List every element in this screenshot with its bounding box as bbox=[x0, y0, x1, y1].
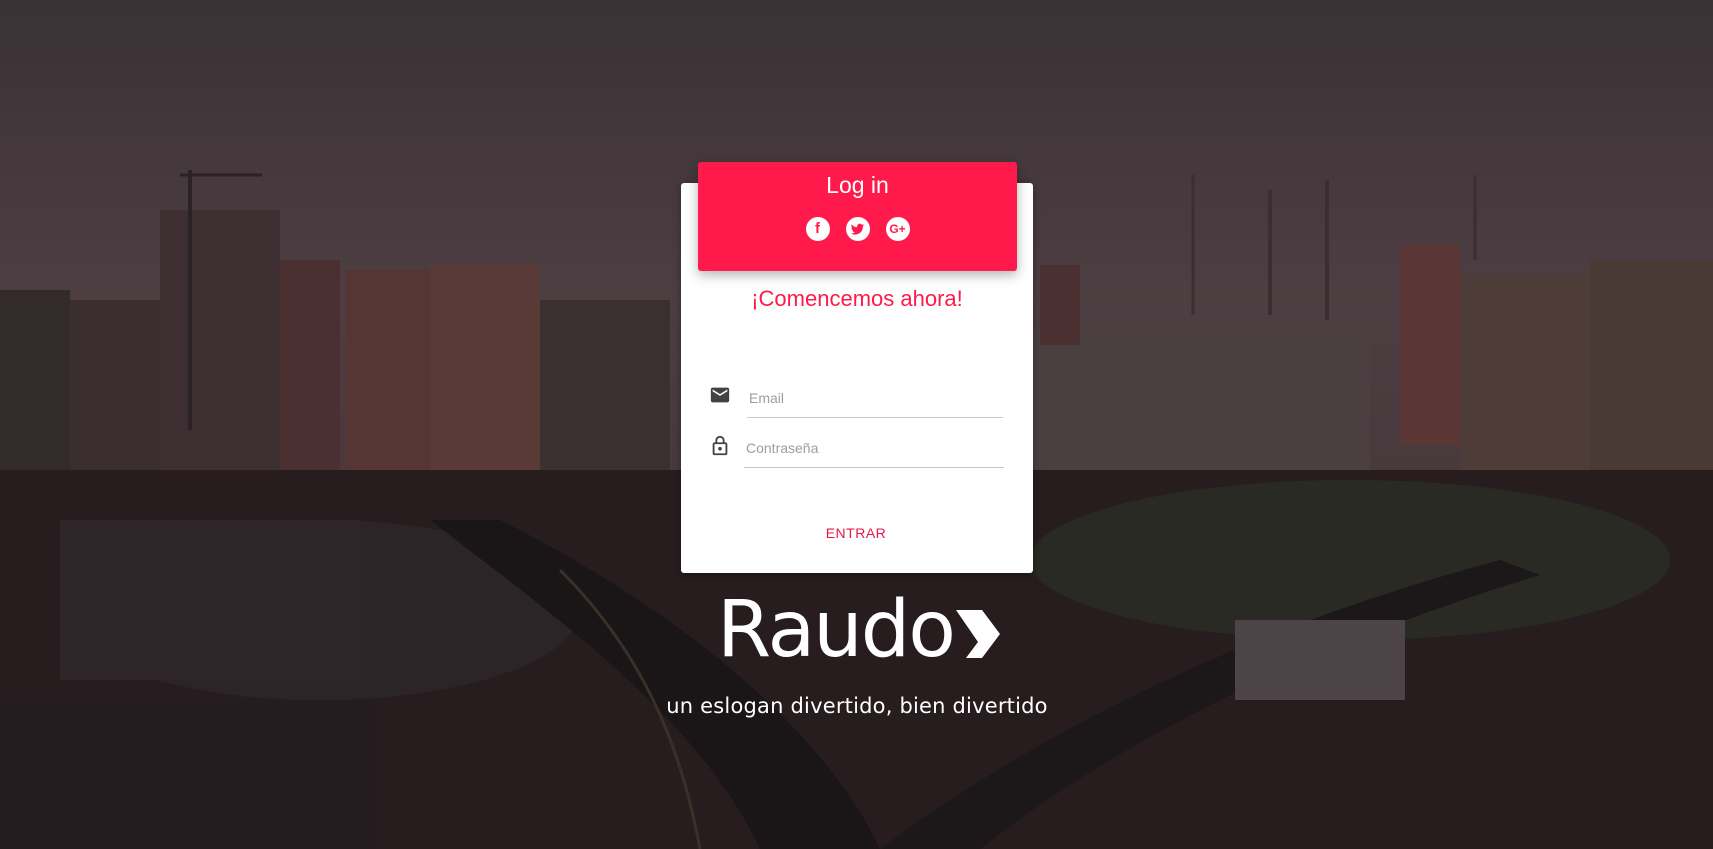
login-subtitle: ¡Comencemos ahora! bbox=[751, 286, 963, 311]
twitter-bird-icon bbox=[850, 223, 864, 235]
brand-slogan: un eslogan divertido, bien divertido bbox=[666, 694, 1048, 718]
google-plus-icon[interactable]: G+ bbox=[885, 217, 910, 241]
logo-chevron-mark bbox=[955, 610, 1000, 658]
password-input[interactable] bbox=[744, 435, 1004, 468]
facebook-icon[interactable]: f bbox=[805, 217, 830, 241]
enter-button[interactable]: ENTRAR bbox=[806, 518, 906, 548]
twitter-icon[interactable] bbox=[845, 217, 870, 241]
raudo-logo: Raudo bbox=[717, 590, 1007, 670]
email-icon bbox=[709, 384, 731, 406]
logo-text: Raudo bbox=[717, 585, 956, 675]
email-input[interactable] bbox=[747, 385, 1003, 418]
login-title: Log in bbox=[826, 172, 889, 198]
login-card-header: Log in f G+ bbox=[698, 162, 1017, 271]
lock-icon bbox=[709, 435, 731, 457]
social-login-group: f G+ bbox=[698, 217, 1017, 241]
